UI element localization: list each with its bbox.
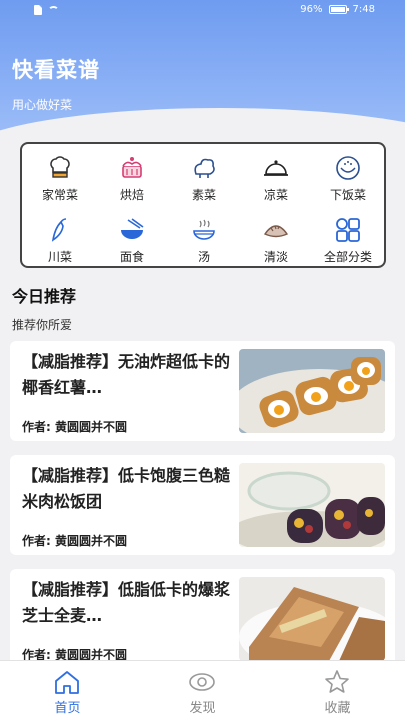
sim-card-icon [34, 5, 42, 15]
clock: 7:48 [352, 4, 375, 15]
category-label: 全部分类 [323, 250, 372, 264]
category-label: 汤 [197, 250, 210, 264]
food-cover-icon [262, 154, 290, 182]
star-icon [323, 669, 351, 695]
category-rice-dishes[interactable]: 下饭菜 [312, 150, 384, 206]
tab-label: 首页 [54, 701, 81, 716]
grid-icon [334, 216, 362, 244]
recipe-card[interactable]: 【减脂推荐】无油炸超低卡的椰香红薯… 作者: 黄圆圆并不圆 [10, 341, 395, 441]
recipe-title: 【减脂推荐】低卡饱腹三色糙米肉松饭团 [22, 466, 231, 511]
chef-hat-icon [46, 154, 74, 182]
category-noodles[interactable]: 面食 [96, 212, 168, 268]
tab-home[interactable]: 首页 [0, 661, 135, 720]
app-title: 快看菜谱 [12, 58, 100, 82]
wifi-icon [48, 5, 59, 15]
tab-discover[interactable]: 发现 [135, 661, 270, 720]
category-home-cooking[interactable]: 家常菜 [24, 150, 96, 206]
home-icon [53, 669, 81, 695]
cake-icon [118, 154, 146, 182]
category-soup[interactable]: 汤 [168, 212, 240, 268]
battery-icon [328, 5, 349, 14]
battery-percent: 96% [300, 4, 323, 15]
recipe-author: 作者: 黄圆圆并不圆 [22, 534, 127, 548]
chili-pepper-icon [46, 216, 74, 244]
category-label: 烘焙 [119, 188, 144, 202]
category-label: 清淡 [263, 250, 288, 264]
category-sichuan[interactable]: 川菜 [24, 212, 96, 268]
recipe-title: 【减脂推荐】低脂低卡的爆浆芝士全麦… [22, 580, 231, 625]
category-grid: 家常菜 烘焙 素菜 凉菜 下饭菜 川菜 面食 汤 清淡 全部分类 [20, 142, 386, 268]
recipe-thumbnail [239, 577, 385, 661]
category-label: 川菜 [47, 250, 72, 264]
category-light[interactable]: 清淡 [240, 212, 312, 268]
tab-label: 收藏 [324, 701, 351, 716]
tab-favorites[interactable]: 收藏 [270, 661, 405, 720]
recipe-card[interactable]: 【减脂推荐】低脂低卡的爆浆芝士全麦… 作者: 黄圆圆并不圆 [10, 569, 395, 669]
wrap-photo [239, 577, 385, 661]
recipe-thumbnail [239, 349, 385, 433]
section-subtitle: 推荐你所爱 [12, 318, 73, 332]
app-subtitle: 用心做好菜 [12, 98, 73, 112]
egg-toast-photo [239, 349, 385, 433]
soup-bowl-icon [190, 216, 218, 244]
category-label: 凉菜 [263, 188, 288, 202]
category-label: 家常菜 [41, 188, 78, 202]
category-vegetarian[interactable]: 素菜 [168, 150, 240, 206]
status-bar: 96% 7:48 [0, 0, 405, 22]
bottom-tab-bar: 首页 发现 收藏 [0, 660, 405, 720]
recipe-card[interactable]: 【减脂推荐】低卡饱腹三色糙米肉松饭团 作者: 黄圆圆并不圆 [10, 455, 395, 555]
vegetable-icon [190, 154, 218, 182]
recipe-title: 【减脂推荐】无油炸超低卡的椰香红薯… [22, 352, 231, 397]
section-title: 今日推荐 [12, 287, 77, 306]
category-label: 下饭菜 [329, 188, 366, 202]
eye-icon [188, 669, 216, 695]
category-baking[interactable]: 烘焙 [96, 150, 168, 206]
rice-bowl-icon [334, 154, 362, 182]
tab-label: 发现 [189, 701, 216, 716]
category-label: 素菜 [191, 188, 216, 202]
recipe-author: 作者: 黄圆圆并不圆 [22, 420, 127, 434]
dumpling-icon [262, 216, 290, 244]
category-cold-dishes[interactable]: 凉菜 [240, 150, 312, 206]
noodle-bowl-icon [118, 216, 146, 244]
rice-roll-photo [239, 463, 385, 547]
recipe-thumbnail [239, 463, 385, 547]
category-all[interactable]: 全部分类 [312, 212, 384, 268]
category-label: 面食 [119, 250, 144, 264]
